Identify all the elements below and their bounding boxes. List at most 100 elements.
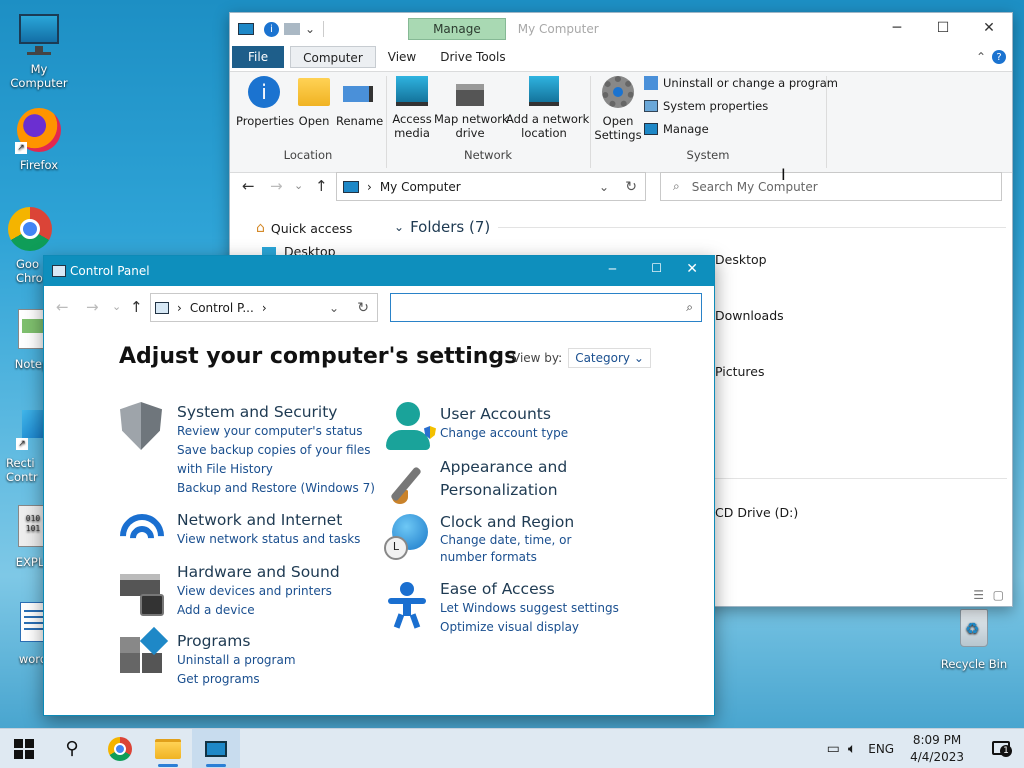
back-arrow-icon[interactable]: ← bbox=[242, 177, 255, 195]
forward-arrow-icon[interactable]: → bbox=[270, 177, 283, 195]
minimize-button[interactable]: ─ bbox=[874, 13, 920, 43]
maximize-button[interactable]: ☐ bbox=[651, 261, 662, 275]
tab-view[interactable]: View bbox=[376, 46, 428, 68]
folders-header[interactable]: ⌄ Folders (7) bbox=[394, 218, 1006, 236]
chevron-down-icon[interactable]: ⌄ bbox=[599, 180, 609, 194]
access-media-button[interactable]: Access media bbox=[390, 76, 434, 140]
up-arrow-icon[interactable]: ↑ bbox=[315, 177, 328, 195]
taskbar-explorer[interactable] bbox=[144, 729, 192, 768]
chevron-down-icon[interactable]: ⌄ bbox=[305, 22, 315, 36]
taskbar-control-panel[interactable] bbox=[192, 728, 240, 768]
folder-downloads[interactable]: Downloads bbox=[715, 308, 784, 323]
optimize-display-link[interactable]: Optimize visual display bbox=[440, 618, 640, 637]
info-icon[interactable]: i bbox=[264, 21, 279, 37]
manage-button[interactable]: Manage bbox=[644, 122, 709, 136]
clock-region-link[interactable]: Clock and Region bbox=[440, 512, 620, 532]
control-panel-window[interactable]: Control Panel ─ ☐ ✕ ← → ⌄ ↑ › Control P.… bbox=[43, 255, 715, 716]
view-by-select[interactable]: Category ⌄ bbox=[568, 348, 651, 368]
address-bar[interactable]: › My Computer ⌄ ↻ bbox=[336, 172, 646, 201]
get-programs-link[interactable]: Get programs bbox=[177, 670, 377, 689]
ease-access-link[interactable]: Ease of Access bbox=[440, 579, 640, 599]
forward-arrow-icon[interactable]: → bbox=[86, 298, 99, 316]
tab-computer[interactable]: Computer bbox=[290, 46, 376, 68]
user-accounts-link[interactable]: User Accounts bbox=[440, 404, 640, 424]
review-status-link[interactable]: Review your computer's status bbox=[177, 422, 377, 441]
search-button[interactable]: ⚲ bbox=[48, 729, 96, 768]
cp-address-bar[interactable]: › Control P... › ⌄ ↻ bbox=[150, 293, 378, 322]
window-title: My Computer bbox=[517, 22, 599, 36]
map-network-drive-button[interactable]: Map network drive bbox=[434, 76, 509, 140]
network-internet-link[interactable]: Network and Internet bbox=[177, 510, 377, 530]
search-box[interactable]: ⌕ Search My Computer bbox=[660, 172, 1002, 201]
change-account-type-link[interactable]: Change account type bbox=[424, 424, 640, 443]
network-icon[interactable]: ▭ bbox=[827, 741, 840, 757]
clock[interactable]: 8:09 PM 4/4/2023 bbox=[910, 732, 964, 766]
minimize-button[interactable]: ─ bbox=[609, 262, 616, 276]
devices-printers-link[interactable]: View devices and printers bbox=[177, 582, 377, 601]
notification-button[interactable]: 1 bbox=[992, 740, 1012, 758]
uninstall-program-link[interactable]: Uninstall a program bbox=[177, 651, 377, 670]
close-button[interactable]: ✕ bbox=[686, 261, 698, 277]
system-security-link[interactable]: System and Security bbox=[177, 402, 377, 422]
language-indicator[interactable]: ENG bbox=[868, 742, 894, 756]
maximize-button[interactable]: ☐ bbox=[920, 13, 966, 43]
breadcrumb[interactable]: My Computer bbox=[380, 180, 461, 194]
open-settings-button[interactable]: Open Settings bbox=[594, 76, 642, 142]
desktop-icon-firefox[interactable]: ↗ Firefox bbox=[1, 106, 77, 172]
recent-chevron-icon[interactable]: ⌄ bbox=[112, 300, 121, 313]
desktop-icon-my-computer[interactable]: My Computer bbox=[1, 10, 77, 90]
network-status-link[interactable]: View network status and tasks bbox=[177, 530, 377, 549]
desktop-icon-label: Recycle Bin bbox=[940, 657, 1008, 671]
system-properties-button[interactable]: System properties bbox=[644, 99, 768, 113]
divider bbox=[715, 478, 1007, 479]
rename-button[interactable]: Rename bbox=[336, 76, 383, 128]
tab-drive-tools[interactable]: Drive Tools bbox=[428, 46, 517, 68]
programs-link[interactable]: Programs bbox=[177, 631, 377, 651]
add-device-link[interactable]: Add a device bbox=[177, 601, 377, 620]
refresh-icon[interactable]: ↻ bbox=[357, 300, 369, 316]
cp-search-box[interactable]: ⌕ bbox=[390, 293, 702, 322]
back-arrow-icon[interactable]: ← bbox=[56, 298, 69, 316]
refresh-icon[interactable]: ↻ bbox=[625, 179, 637, 195]
chevron-down-icon[interactable]: ⌄ bbox=[329, 301, 339, 315]
start-button[interactable] bbox=[0, 729, 48, 768]
suggest-settings-link[interactable]: Let Windows suggest settings bbox=[440, 599, 640, 618]
taskbar-chrome[interactable] bbox=[96, 729, 144, 768]
details-view-icon[interactable]: ☰ bbox=[973, 588, 984, 602]
breadcrumb[interactable]: Control P... bbox=[190, 301, 254, 315]
change-date-time-link[interactable]: Change date, time, or number formats bbox=[440, 532, 620, 566]
uninstall-program-button[interactable]: Uninstall or change a program bbox=[644, 76, 838, 90]
desktop-icon-recycle-bin[interactable]: ♻ Recycle Bin bbox=[936, 605, 1012, 671]
open-button[interactable]: Open bbox=[296, 76, 332, 128]
drive-cd[interactable]: CD Drive (D:) bbox=[715, 505, 798, 520]
appearance-link[interactable]: Appearance and Personalization bbox=[440, 456, 576, 502]
folder-icon bbox=[298, 78, 330, 106]
tiles-view-icon[interactable]: ▢ bbox=[993, 588, 1004, 602]
close-button[interactable]: ✕ bbox=[966, 13, 1012, 43]
monitor-icon bbox=[343, 180, 359, 193]
nav-quick-access[interactable]: ⌂ Quick access bbox=[256, 220, 352, 236]
help-icon[interactable]: ? bbox=[992, 50, 1006, 64]
view-by-label: View by: bbox=[512, 351, 563, 365]
properties-button[interactable]: i Properties bbox=[236, 76, 294, 128]
backup-restore-link[interactable]: Backup and Restore (Windows 7) bbox=[177, 479, 377, 498]
hardware-sound-link[interactable]: Hardware and Sound bbox=[177, 562, 377, 582]
expand-ribbon-icon[interactable]: ⌃ bbox=[976, 50, 986, 64]
rename-icon bbox=[343, 86, 373, 102]
ribbon: i Properties Open Rename Access media Ma… bbox=[230, 71, 1012, 173]
accessibility-icon bbox=[384, 582, 432, 630]
folder-desktop[interactable]: Desktop bbox=[715, 252, 767, 267]
folder-pictures[interactable]: Pictures bbox=[715, 364, 765, 379]
search-icon: ⌕ bbox=[673, 179, 680, 193]
file-history-link[interactable]: Save backup copies of your files with Fi… bbox=[177, 441, 377, 479]
recent-chevron-icon[interactable]: ⌄ bbox=[294, 179, 303, 192]
category-appearance: Appearance and Personalization bbox=[440, 456, 576, 502]
new-folder-icon[interactable] bbox=[284, 23, 300, 35]
search-icon[interactable]: ⌕ bbox=[686, 300, 693, 315]
add-network-location-button[interactable]: Add a network location bbox=[506, 76, 589, 140]
search-placeholder: Search My Computer bbox=[691, 179, 818, 194]
volume-icon[interactable]: 🔈︎ bbox=[848, 741, 856, 757]
manage-tab[interactable]: Manage bbox=[408, 18, 506, 40]
up-arrow-icon[interactable]: ↑ bbox=[130, 298, 143, 316]
tab-file[interactable]: File bbox=[232, 46, 285, 68]
